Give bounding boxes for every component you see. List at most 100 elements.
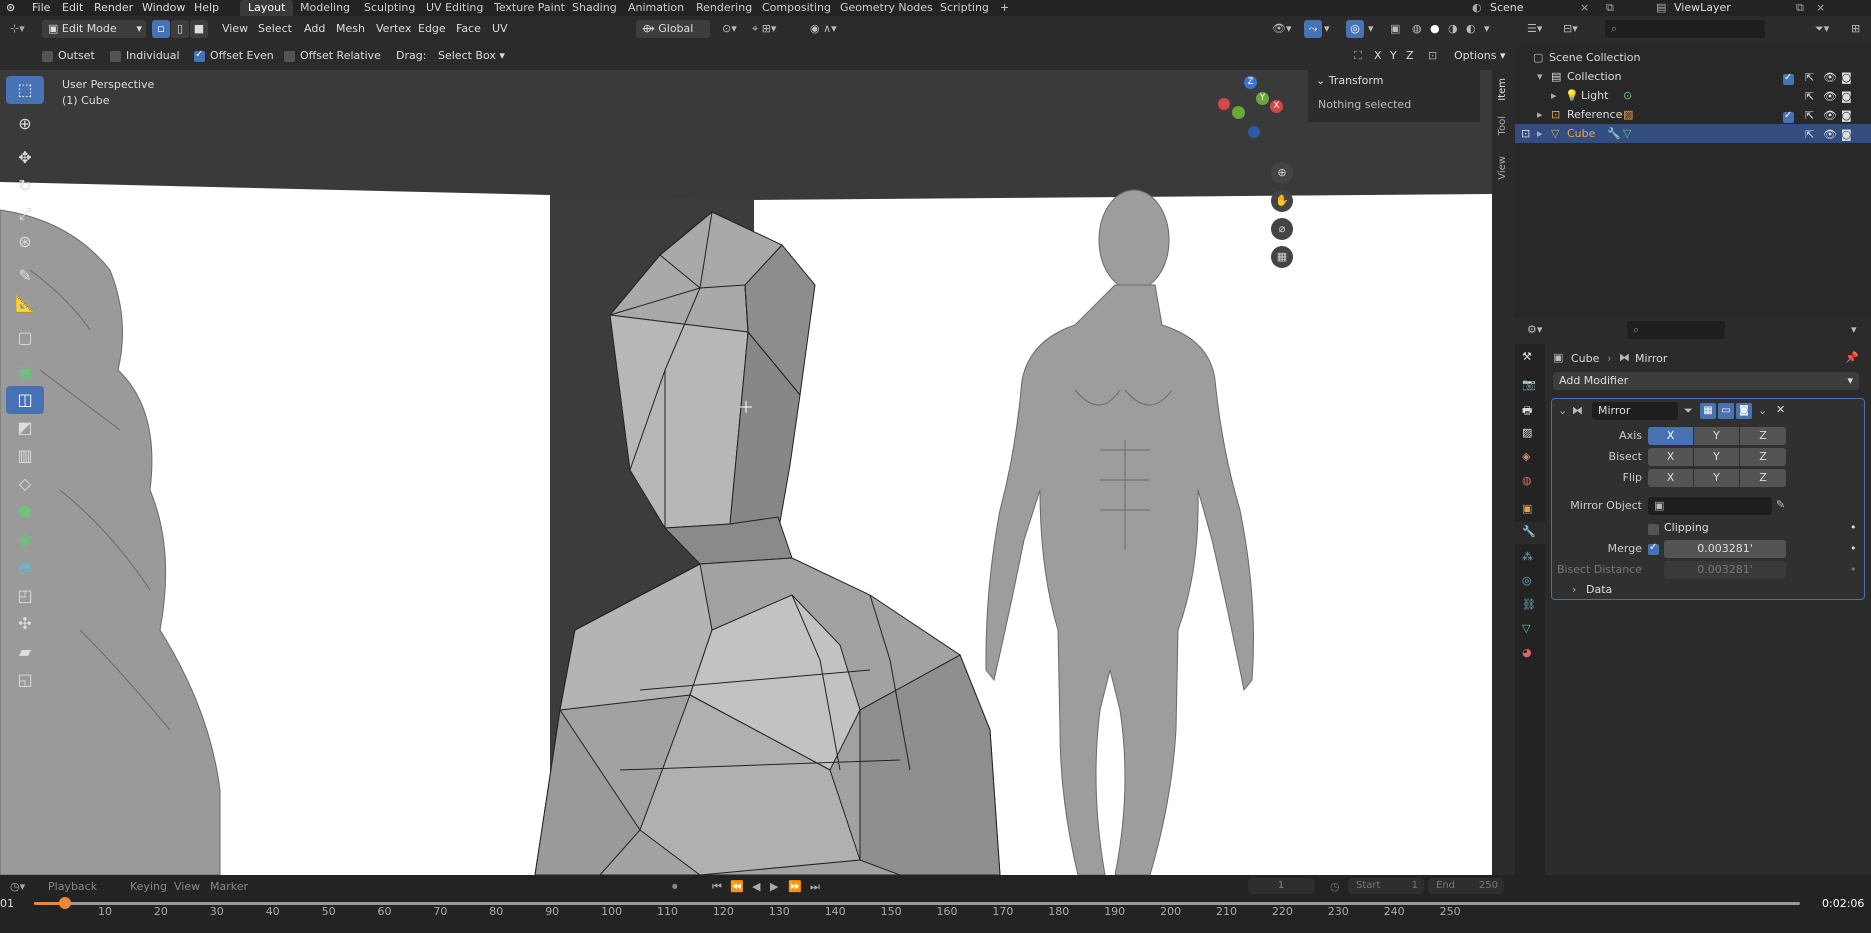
perspective-toggle-icon[interactable]: ▦	[1271, 246, 1293, 268]
add-modifier-dropdown[interactable]: Add Modifier ▾	[1553, 372, 1859, 390]
smooth-tool-icon[interactable]: ◓	[6, 554, 44, 582]
material-shading-icon[interactable]: ◑	[1448, 19, 1458, 39]
expand-arrow-icon[interactable]: ▸	[1537, 105, 1543, 124]
viewport-toggle-icon[interactable]: ▭	[1718, 403, 1734, 419]
object-properties-icon[interactable]: ▣	[1522, 502, 1532, 515]
visibility-eye-icon[interactable]: 👁	[1823, 128, 1837, 141]
transform-affect-icon[interactable]: ⊡	[1428, 49, 1437, 62]
gizmo-neg-x-axis[interactable]	[1218, 98, 1230, 110]
merge-checkbox[interactable]	[1648, 542, 1659, 555]
expand-arrow-icon[interactable]: ▸	[1551, 86, 1557, 105]
timeline-menu-view[interactable]: View	[174, 880, 200, 893]
render-toggle-icon[interactable]: ◙	[1736, 403, 1752, 419]
bisect-y-toggle[interactable]: Y	[1694, 448, 1739, 466]
timeline-menu-keying[interactable]: Keying	[130, 880, 167, 893]
eyedropper-icon[interactable]: ✎	[1776, 498, 1785, 511]
select-toggle-icon[interactable]: ⇱	[1805, 128, 1814, 141]
gizmo-z-axis[interactable]: Z	[1244, 76, 1257, 89]
current-frame-field[interactable]: 1	[1248, 878, 1314, 894]
modifier-properties-icon[interactable]: 🔧	[1522, 525, 1536, 538]
filter-icon[interactable]: ⏷▾	[1815, 22, 1829, 36]
xray-icon[interactable]: ▣	[1390, 19, 1400, 39]
sidebar-tab-item[interactable]: Item	[1497, 78, 1508, 101]
zoom-icon[interactable]: ⊕	[1271, 162, 1293, 184]
pan-hand-icon[interactable]: ✋	[1271, 190, 1293, 212]
tab-animation[interactable]: Animation	[620, 0, 692, 16]
inset-tool-icon[interactable]: ◫	[6, 386, 44, 414]
mirror-axis-y[interactable]: Y	[1390, 49, 1397, 62]
spin-tool-icon[interactable]: ◉	[6, 526, 44, 554]
measure-tool-icon[interactable]: 📐	[6, 290, 44, 318]
clipping-checkbox[interactable]	[1648, 524, 1659, 535]
add-cube-tool-icon[interactable]: ▢	[6, 324, 44, 352]
snap-icon[interactable]: ⌖ ⊞▾	[752, 19, 776, 39]
new-view-layer-icon[interactable]: ⧉	[1790, 0, 1810, 16]
data-expand-arrow-icon[interactable]: ›	[1572, 583, 1576, 596]
header-menu-vertex[interactable]: Vertex	[376, 19, 411, 39]
header-menu-uv[interactable]: UV	[492, 19, 508, 39]
flip-x-toggle[interactable]: X	[1648, 469, 1693, 487]
shading-dropdown-icon[interactable]: ▾	[1484, 19, 1490, 39]
flip-z-toggle[interactable]: Z	[1740, 469, 1786, 487]
edit-mode-toggle-icon[interactable]: ⏷	[1684, 404, 1693, 418]
new-collection-icon[interactable]: ⊞	[1851, 22, 1860, 35]
mirror-object-field[interactable]: ▣	[1648, 497, 1772, 515]
tab-compositing[interactable]: Compositing	[754, 0, 839, 16]
edge-slide-tool-icon[interactable]: ◰	[6, 582, 44, 610]
header-menu-edge[interactable]: Edge	[418, 19, 446, 39]
transform-tool-icon[interactable]: ⊛	[6, 228, 44, 256]
tool-properties-icon[interactable]: ⚒	[1522, 350, 1532, 363]
header-menu-mesh[interactable]: Mesh	[336, 19, 365, 39]
outliner-row-reference[interactable]: ▸ ⊡ Reference ▨	[1515, 105, 1777, 124]
header-menu-face[interactable]: Face	[456, 19, 481, 39]
expand-arrow-icon[interactable]: ▸	[1537, 124, 1543, 143]
navigation-gizmo[interactable]: Z Y X	[1218, 76, 1290, 156]
start-frame-field[interactable]: Start 1	[1348, 878, 1424, 894]
timeline-editor-icon[interactable]: ◷▾	[10, 880, 25, 893]
tab-layout[interactable]: Layout	[240, 0, 294, 16]
offset-relative-checkbox[interactable]	[284, 51, 295, 62]
menu-edit[interactable]: Edit	[56, 0, 89, 16]
flip-y-toggle[interactable]: Y	[1694, 469, 1739, 487]
playhead-handle[interactable]	[59, 897, 71, 909]
end-frame-field[interactable]: End 250	[1428, 878, 1504, 894]
mode-selector[interactable]: ▣ Edit Mode ▾	[42, 20, 146, 38]
header-menu-add[interactable]: Add	[304, 19, 325, 39]
header-menu-select[interactable]: Select	[258, 19, 292, 39]
bevel-tool-icon[interactable]: ◩	[6, 414, 44, 442]
extrude-tool-icon[interactable]: ▣	[6, 358, 44, 386]
constraints-properties-icon[interactable]: ⛓	[1522, 598, 1536, 611]
modifier-tab-active[interactable]: 🔧	[1515, 522, 1545, 544]
jump-keyframe-back-icon[interactable]: ⏪	[730, 880, 744, 893]
jump-start-icon[interactable]: ⏮	[712, 880, 722, 894]
edge-select-button[interactable]: ▯	[171, 20, 189, 38]
scene-name[interactable]: Scene	[1484, 0, 1530, 16]
bisect-z-toggle[interactable]: Z	[1740, 448, 1786, 466]
scale-tool-icon[interactable]: ⤢	[6, 200, 44, 228]
loop-cut-tool-icon[interactable]: ▥	[6, 442, 44, 470]
transform-orientation-dropdown[interactable]: ⟴ Global	[636, 20, 710, 38]
physics-properties-icon[interactable]: ◎	[1522, 574, 1532, 587]
properties-search-input[interactable]: ⌕	[1627, 321, 1725, 339]
drag-dropdown[interactable]: Select Box ▾	[438, 49, 505, 62]
tab-texture-paint[interactable]: Texture Paint	[486, 0, 573, 16]
overlay-toggle-icon[interactable]: ◎	[1346, 20, 1364, 38]
vertex-select-button[interactable]: ▫	[152, 20, 170, 38]
select-toggle-icon[interactable]: ⇱	[1805, 90, 1814, 103]
render-camera-icon[interactable]: ◙	[1841, 71, 1852, 84]
pin-icon[interactable]: 📌	[1845, 351, 1859, 364]
overlay-dropdown-icon[interactable]: ▾	[1368, 19, 1374, 39]
face-select-button[interactable]: ■	[190, 20, 208, 38]
new-scene-icon[interactable]: ⧉	[1600, 0, 1620, 16]
gizmo-neg-y-axis[interactable]	[1232, 106, 1245, 119]
cursor-tool-icon[interactable]: ⊕	[6, 110, 44, 138]
visibility-eye-icon[interactable]: 👁	[1823, 109, 1837, 122]
material-properties-icon[interactable]: ◕	[1522, 646, 1532, 659]
menu-render[interactable]: Render	[88, 0, 139, 16]
view-layer-properties-icon[interactable]: ▨	[1522, 426, 1532, 439]
tab-sculpting[interactable]: Sculpting	[356, 0, 423, 16]
offset-even-checkbox[interactable]	[194, 49, 205, 62]
reference-exclude-checkbox[interactable]	[1783, 110, 1794, 123]
remove-view-layer-icon[interactable]: ×	[1810, 0, 1831, 16]
remove-modifier-icon[interactable]: ✕	[1776, 403, 1785, 416]
